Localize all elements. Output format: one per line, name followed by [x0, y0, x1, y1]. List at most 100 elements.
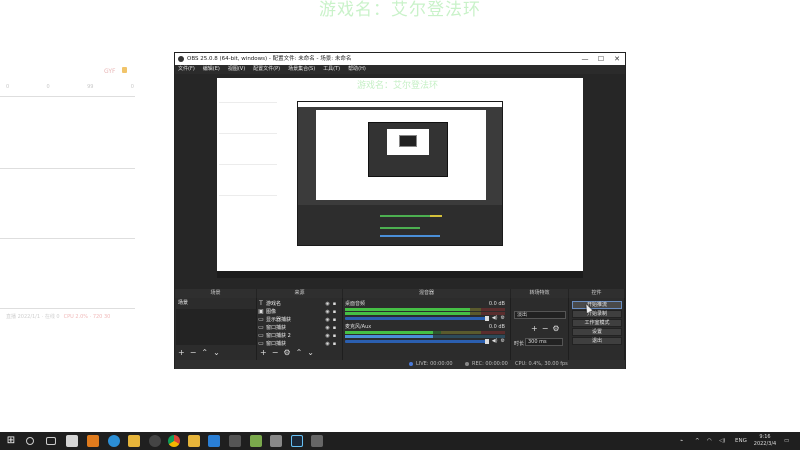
file-explorer-icon[interactable]	[128, 435, 140, 447]
start-recording-button[interactable]: 开始录制	[572, 310, 622, 318]
scenes-dock: 场景 + − ⌃ ⌄	[175, 298, 257, 360]
lock-icon[interactable]: ▪	[331, 333, 338, 339]
speaker-icon[interactable]: ◀)	[492, 338, 498, 344]
scene-list[interactable]	[176, 309, 256, 345]
lock-icon[interactable]: ▪	[331, 301, 338, 307]
menu-view[interactable]: 视图(V)	[228, 65, 245, 74]
input-language[interactable]: ENG	[735, 432, 747, 450]
obs-taskbar-icon[interactable]	[149, 435, 161, 447]
app-icon[interactable]	[87, 435, 99, 447]
menu-edit[interactable]: 编辑(E)	[203, 65, 220, 74]
move-up-icon[interactable]: ⌃	[201, 349, 208, 357]
remove-transition-icon[interactable]: −	[542, 324, 553, 333]
remove-source-icon[interactable]: −	[272, 349, 279, 357]
folder-icon[interactable]	[188, 435, 200, 447]
settings-button[interactable]: 设置	[572, 328, 622, 336]
gear-icon[interactable]: ⚙	[552, 324, 563, 333]
stats-row: 0 0 99 0	[6, 84, 134, 90]
remove-scene-icon[interactable]: −	[190, 349, 197, 357]
live-time: LIVE: 00:00:00	[416, 361, 453, 367]
visibility-icon[interactable]: ◉	[324, 325, 331, 331]
visibility-icon[interactable]: ◉	[324, 301, 331, 307]
notification-icon[interactable]: ▭	[784, 432, 789, 450]
app-icon[interactable]	[270, 435, 282, 447]
gear-icon[interactable]: ⚙	[501, 315, 505, 321]
duration-input[interactable]: 300 ms	[525, 338, 563, 346]
source-row[interactable]: ▭ 窗口捕获 ◉ ▪	[258, 324, 338, 331]
move-down-icon[interactable]: ⌄	[307, 349, 314, 357]
clock-time: 9:16	[759, 434, 771, 440]
rec-indicator-icon	[465, 362, 469, 366]
add-scene-icon[interactable]: +	[178, 349, 185, 357]
add-transition-icon[interactable]: +	[531, 324, 542, 333]
source-row[interactable]: ▭ 窗口捕获 2 ◉ ▪	[258, 332, 338, 339]
obs-app-icon	[178, 56, 184, 62]
gamepad-icon[interactable]	[229, 435, 241, 447]
studio-mode-button[interactable]: 工作室模式	[572, 319, 622, 327]
preview-area[interactable]: 游戏名：艾尔登法环	[175, 74, 625, 289]
menu-tools[interactable]: 工具(T)	[323, 65, 340, 74]
source-name: 图像	[266, 309, 277, 315]
duration-label: 时长	[514, 341, 525, 347]
app-icon[interactable]	[66, 435, 78, 447]
dock-header-mixer: 混音器	[343, 289, 511, 298]
search-icon[interactable]	[26, 437, 34, 445]
channel-db: 0.0 dB	[488, 301, 505, 307]
visibility-icon[interactable]: ◉	[324, 333, 331, 339]
scene-item[interactable]: 场景	[176, 300, 256, 307]
start-streaming-button[interactable]: 开始推流	[572, 301, 622, 309]
move-down-icon[interactable]: ⌄	[213, 349, 220, 357]
user-badge: GYF	[104, 68, 116, 75]
source-row[interactable]: ▭ 显示器捕获 ◉ ▪	[258, 316, 338, 323]
minimize-button[interactable]: —	[577, 53, 593, 65]
speaker-icon[interactable]: ◀)	[492, 315, 498, 321]
mixer-dock: 桌面音频 0.0 dB ◀) ⚙ 麦克风/Aux 0.0 dB ◀) ⚙	[343, 298, 511, 360]
visibility-icon[interactable]: ◉	[324, 341, 331, 347]
lock-icon	[122, 67, 127, 73]
maximize-button[interactable]: ☐	[593, 53, 609, 65]
visibility-icon[interactable]: ◉	[324, 309, 331, 315]
app-icon[interactable]	[108, 435, 120, 447]
system-clock[interactable]: 9:16 2022/3/4	[752, 434, 778, 448]
source-row[interactable]: T 游戏名 ◉ ▪	[258, 300, 338, 307]
lock-icon[interactable]: ▪	[331, 309, 338, 315]
menu-scene-collection[interactable]: 场景集合(S)	[288, 65, 315, 74]
app-icon[interactable]	[311, 435, 323, 447]
obs-titlebar[interactable]: OBS 25.0.8 (64-bit, windows) - 配置文件: 未命名…	[175, 53, 625, 65]
volume-icon[interactable]: ◁)	[719, 432, 725, 450]
menu-profile[interactable]: 配置文件(P)	[253, 65, 280, 74]
volume-slider[interactable]	[345, 315, 489, 321]
lock-icon[interactable]: ▪	[331, 341, 338, 347]
lock-icon[interactable]: ▪	[331, 325, 338, 331]
live-indicator-icon	[409, 362, 413, 366]
source-row[interactable]: ▣ 图像 ◉ ▪	[258, 308, 338, 315]
menu-help[interactable]: 帮助(H)	[348, 65, 366, 74]
app-icon[interactable]	[250, 435, 262, 447]
add-source-icon[interactable]: +	[260, 349, 267, 357]
gear-icon[interactable]: ⚙	[283, 349, 290, 357]
tray-chevron-icon[interactable]: ^	[695, 432, 700, 450]
canvas-overlay-text: 游戏名：艾尔登法环	[357, 81, 439, 91]
mixer-channel: 桌面音频 0.0 dB ◀) ⚙	[345, 301, 505, 321]
chrome-icon[interactable]	[168, 435, 180, 447]
menu-file[interactable]: 文件(F)	[178, 65, 195, 74]
divider	[0, 238, 135, 239]
lock-icon[interactable]: ▪	[331, 317, 338, 323]
wifi-icon[interactable]: ◠	[707, 432, 712, 450]
transition-select[interactable]: 淡出	[514, 311, 566, 319]
visibility-icon[interactable]: ◉	[324, 317, 331, 323]
captured-web-panel	[219, 102, 277, 262]
move-up-icon[interactable]: ⌃	[296, 349, 303, 357]
status-bar: LIVE: 00:00:00 REC: 00:00:00 CPU: 0.4%, …	[175, 360, 625, 369]
windows-start-icon[interactable]: ⊞	[5, 435, 17, 447]
app-icon[interactable]	[208, 435, 220, 447]
network-icon[interactable]: ⌁	[680, 432, 683, 450]
close-button[interactable]: ✕	[609, 53, 625, 65]
source-row[interactable]: ▭ 窗口捕获 ◉ ▪	[258, 340, 338, 347]
steam-icon[interactable]	[291, 435, 303, 447]
volume-slider[interactable]	[345, 338, 489, 344]
task-view-icon[interactable]	[46, 437, 56, 445]
gear-icon[interactable]: ⚙	[501, 338, 505, 344]
preview-canvas[interactable]: 游戏名：艾尔登法环	[217, 78, 583, 278]
exit-button[interactable]: 退出	[572, 337, 622, 345]
